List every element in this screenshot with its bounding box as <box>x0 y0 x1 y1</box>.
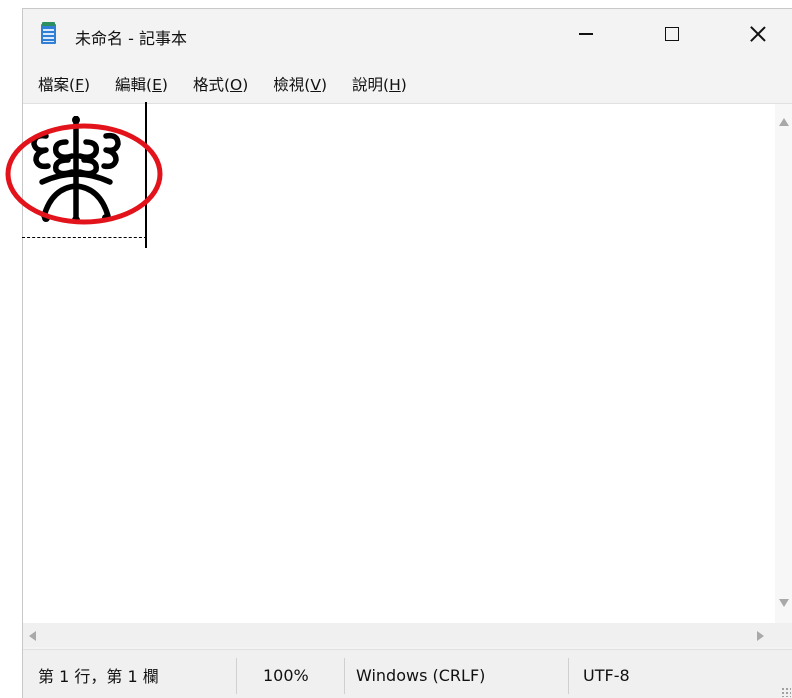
cursor-position: 第 1 行，第 1 欄 <box>38 667 159 686</box>
line-ending: Windows (CRLF) <box>356 665 486 685</box>
horizontal-scrollbar[interactable] <box>23 623 792 647</box>
editor-glyph-text: 樂 <box>6 116 7 117</box>
scroll-down-icon[interactable] <box>779 599 789 607</box>
resize-grip-icon[interactable] <box>781 687 791 697</box>
scroll-left-icon[interactable] <box>29 631 36 641</box>
maximize-icon <box>665 27 679 41</box>
zoom-level: 100% <box>263 665 309 685</box>
window-title: 未命名 - 記事本 <box>75 29 187 48</box>
status-divider <box>568 658 569 694</box>
status-divider <box>344 658 345 694</box>
status-divider <box>236 658 237 694</box>
scroll-up-icon[interactable] <box>779 118 789 126</box>
status-bar: 第 1 行，第 1 欄 100% Windows (CRLF) UTF-8 <box>23 649 792 698</box>
red-circle-annotation <box>5 123 163 225</box>
notepad-icon <box>41 22 56 44</box>
minimize-button[interactable] <box>563 17 609 51</box>
vertical-scrollbar[interactable] <box>775 104 792 632</box>
maximize-button[interactable] <box>649 17 695 51</box>
menu-view[interactable]: 檢視(V) <box>257 73 327 99</box>
title-bar[interactable]: 未命名 - 記事本 <box>23 9 792 61</box>
menu-help[interactable]: 說明(H) <box>336 73 407 99</box>
text-encoding: UTF-8 <box>583 665 630 685</box>
close-button[interactable] <box>735 17 781 51</box>
minimize-icon <box>579 33 593 35</box>
scroll-right-icon[interactable] <box>757 631 764 641</box>
close-icon <box>750 26 766 42</box>
menu-format[interactable]: 格式(O) <box>177 73 248 99</box>
